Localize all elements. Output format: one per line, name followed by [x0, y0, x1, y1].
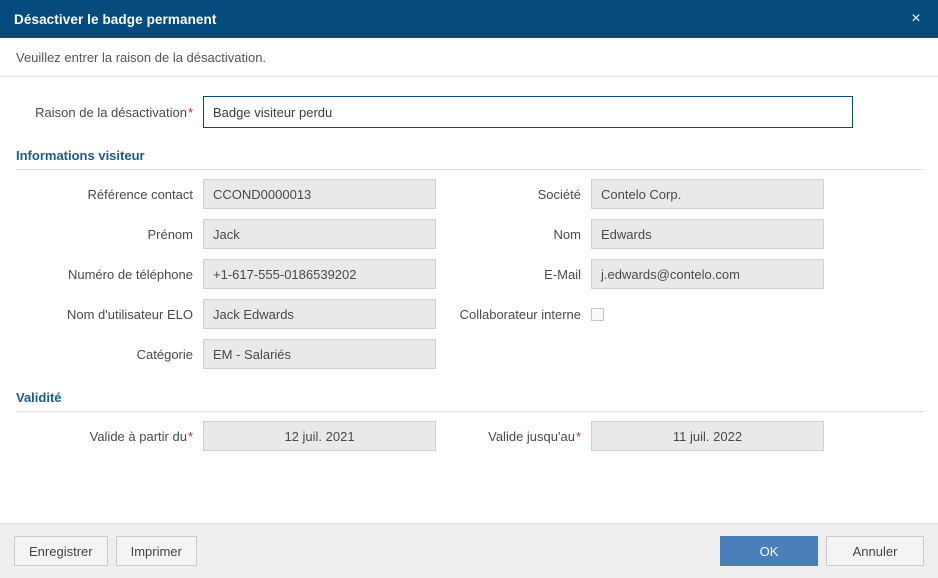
- required-asterisk: *: [575, 428, 581, 444]
- category-field[interactable]: EM - Salariés: [203, 339, 436, 369]
- section-divider: [16, 411, 924, 412]
- validity-fields-grid: Valide à partir du* 12 juil. 2021 Valide…: [0, 420, 938, 452]
- dialog-body: Raison de la désactivation* Badge visite…: [0, 77, 938, 523]
- reference-contact-field[interactable]: CCOND0000013: [203, 179, 436, 209]
- ok-button[interactable]: OK: [720, 536, 818, 566]
- email-label: E-Mail: [544, 266, 581, 282]
- reason-row: Raison de la désactivation* Badge visite…: [0, 77, 938, 128]
- section-divider: [16, 169, 924, 170]
- field-row: Numéro de téléphone +1-617-555-018653920…: [0, 258, 938, 290]
- valid-from-field[interactable]: 12 juil. 2021: [203, 421, 436, 451]
- section-visitor-information: Informations visiteur: [0, 148, 938, 170]
- internal-collaborator-label: Collaborateur interne: [459, 306, 581, 322]
- dialog-titlebar: Désactiver le badge permanent ×: [0, 0, 938, 38]
- dialog-deactivate-permanent-badge: Désactiver le badge permanent × Veuillez…: [0, 0, 938, 578]
- save-button[interactable]: Enregistrer: [14, 536, 108, 566]
- required-asterisk: *: [187, 428, 193, 444]
- field-row: Prénom Jack Nom Edwards: [0, 218, 938, 250]
- section-title-visitor: Informations visiteur: [16, 148, 145, 163]
- footer-left-buttons: Enregistrer Imprimer: [14, 536, 197, 566]
- print-button[interactable]: Imprimer: [115, 536, 197, 566]
- company-field[interactable]: Contelo Corp.: [591, 179, 824, 209]
- last-name-label: Nom: [553, 226, 581, 242]
- visitor-fields-grid: Référence contact CCOND0000013 Société C…: [0, 178, 938, 370]
- footer-right-buttons: OK Annuler: [720, 536, 924, 566]
- dialog-footer: Enregistrer Imprimer OK Annuler: [0, 523, 938, 578]
- cancel-button[interactable]: Annuler: [826, 536, 924, 566]
- company-label: Société: [537, 186, 581, 202]
- field-row: Nom d'utilisateur ELO Jack Edwards Colla…: [0, 298, 938, 330]
- reason-input[interactable]: Badge visiteur perdu: [203, 96, 853, 128]
- reason-label: Raison de la désactivation*: [35, 104, 193, 120]
- first-name-label: Prénom: [147, 226, 193, 242]
- section-title-validity: Validité: [16, 390, 62, 405]
- elo-username-field[interactable]: Jack Edwards: [203, 299, 436, 329]
- instruction-text: Veuillez entrer la raison de la désactiv…: [16, 49, 267, 65]
- phone-number-field[interactable]: +1-617-555-0186539202: [203, 259, 436, 289]
- close-icon[interactable]: ×: [894, 0, 938, 38]
- dialog-title: Désactiver le badge permanent: [14, 11, 217, 27]
- elo-username-label: Nom d'utilisateur ELO: [66, 306, 193, 322]
- first-name-field[interactable]: Jack: [203, 219, 436, 249]
- required-asterisk: *: [187, 104, 193, 120]
- valid-to-field[interactable]: 11 juil. 2022: [591, 421, 824, 451]
- reference-contact-label: Référence contact: [87, 186, 193, 202]
- instruction-bar: Veuillez entrer la raison de la désactiv…: [0, 38, 938, 77]
- field-row: Référence contact CCOND0000013 Société C…: [0, 178, 938, 210]
- field-row: Valide à partir du* 12 juil. 2021 Valide…: [0, 420, 938, 452]
- email-field[interactable]: j.edwards@contelo.com: [591, 259, 824, 289]
- phone-number-label: Numéro de téléphone: [67, 266, 193, 282]
- internal-collaborator-checkbox[interactable]: [591, 307, 604, 321]
- category-label: Catégorie: [136, 346, 193, 362]
- valid-from-label: Valide à partir du*: [89, 428, 193, 444]
- valid-to-label: Valide jusqu'au*: [488, 428, 581, 444]
- last-name-field[interactable]: Edwards: [591, 219, 824, 249]
- section-validity: Validité: [0, 390, 938, 412]
- field-row: Catégorie EM - Salariés: [0, 338, 938, 370]
